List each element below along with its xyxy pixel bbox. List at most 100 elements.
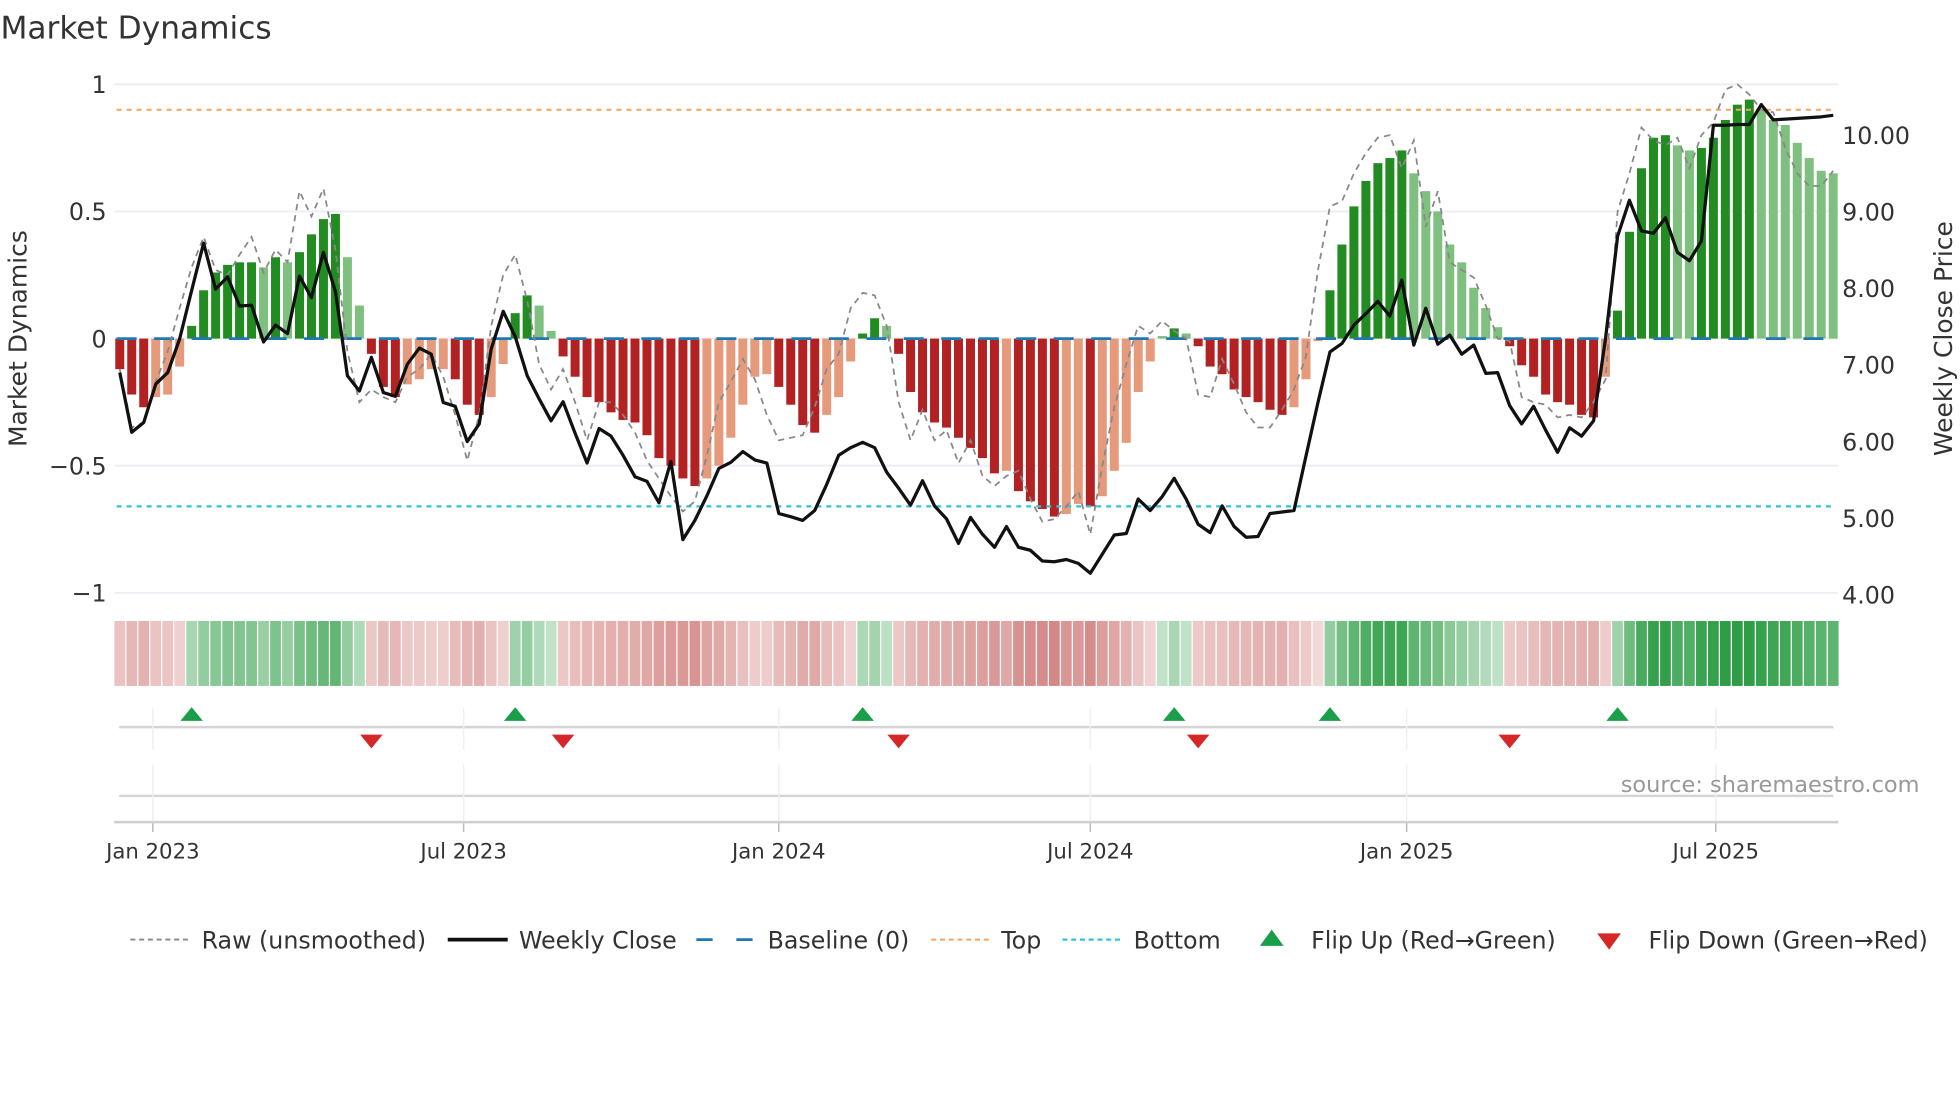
bar-negative bbox=[894, 338, 904, 354]
bar-negative bbox=[558, 338, 568, 357]
bar-positive bbox=[354, 305, 364, 339]
bar-negative bbox=[918, 338, 928, 413]
legend-flip-down-icon bbox=[1597, 933, 1621, 950]
momentum-bars bbox=[115, 99, 1838, 517]
y2-tick-label: 6.00 bbox=[1842, 428, 1895, 456]
bar-negative bbox=[1205, 338, 1215, 367]
strip-cell bbox=[1827, 620, 1839, 686]
y-axis-label-left: Market Dynamics bbox=[4, 230, 33, 447]
bar-positive bbox=[1660, 135, 1670, 339]
strip-cell bbox=[629, 620, 641, 686]
bar-positive bbox=[1684, 150, 1694, 339]
bar-negative bbox=[762, 338, 772, 375]
bar-negative bbox=[798, 338, 808, 426]
bar-negative bbox=[690, 338, 700, 487]
strip-cell bbox=[1636, 620, 1647, 686]
flip-down-marker bbox=[551, 734, 575, 749]
bar-negative bbox=[1085, 338, 1095, 507]
legend-label: Weekly Close bbox=[519, 926, 677, 954]
bar-negative bbox=[1109, 338, 1119, 471]
bar-positive bbox=[1325, 290, 1335, 339]
strip-cell bbox=[1588, 620, 1599, 686]
flip-down-marker bbox=[1498, 734, 1521, 749]
strip-cell bbox=[1420, 620, 1432, 686]
strip-cell bbox=[1084, 620, 1096, 686]
bar-positive bbox=[1445, 244, 1455, 339]
strip-cell bbox=[977, 620, 988, 686]
strip-cell bbox=[425, 620, 437, 686]
y2-tick-label: 5.00 bbox=[1842, 505, 1895, 533]
flip-up-marker bbox=[851, 707, 874, 721]
strip-cell bbox=[210, 620, 221, 686]
strip-cell bbox=[174, 620, 186, 686]
strip-cell bbox=[545, 620, 557, 686]
bar-negative bbox=[822, 338, 832, 415]
strip-cell bbox=[1013, 620, 1024, 686]
bar-positive bbox=[858, 333, 868, 339]
flip-markers-panel bbox=[119, 707, 1834, 798]
strip-cell bbox=[1648, 620, 1659, 686]
strip-cell bbox=[1815, 620, 1827, 686]
bar-negative bbox=[977, 338, 987, 459]
strip-cell bbox=[330, 620, 341, 686]
strip-cell bbox=[114, 620, 126, 686]
strip-cell bbox=[1504, 620, 1516, 686]
bar-negative bbox=[750, 338, 760, 377]
bar-positive bbox=[1768, 119, 1778, 339]
strip-cell bbox=[1624, 620, 1635, 686]
strip-cell bbox=[725, 620, 737, 686]
legend-flip-up-icon bbox=[1259, 929, 1284, 946]
bar-positive bbox=[1720, 119, 1730, 339]
bar-positive bbox=[1792, 142, 1802, 339]
flip-down-marker bbox=[360, 734, 383, 749]
strip-cell bbox=[1779, 620, 1791, 686]
bar-negative bbox=[570, 338, 580, 377]
level-lines bbox=[116, 108, 1834, 508]
strip-cell bbox=[809, 620, 821, 686]
strip-cell bbox=[473, 620, 485, 686]
strip-cell bbox=[1072, 620, 1084, 686]
bar-positive bbox=[1648, 137, 1658, 339]
bar-negative bbox=[786, 338, 796, 405]
strip-cell bbox=[126, 620, 138, 686]
strip-cell bbox=[641, 620, 653, 686]
strip-cell bbox=[1432, 620, 1444, 686]
strip-cell bbox=[270, 620, 281, 686]
bar-negative bbox=[1037, 338, 1047, 509]
strip-cell bbox=[893, 620, 904, 686]
strip-cell bbox=[797, 620, 809, 686]
strip-cell bbox=[1228, 620, 1240, 686]
strip-cell bbox=[1264, 620, 1276, 686]
strip-cell bbox=[234, 620, 245, 686]
strip-cell bbox=[749, 620, 761, 686]
bar-negative bbox=[1073, 338, 1083, 504]
bar-negative bbox=[1529, 338, 1539, 377]
bar-positive bbox=[1373, 163, 1383, 339]
bar-positive bbox=[1409, 173, 1419, 339]
series-lines bbox=[118, 83, 1834, 575]
strip-cell bbox=[222, 620, 233, 686]
strip-cell bbox=[581, 620, 593, 686]
strip-cell bbox=[617, 620, 629, 686]
bar-negative bbox=[678, 338, 688, 479]
strip-cell bbox=[258, 620, 269, 686]
strip-cell bbox=[318, 620, 329, 686]
bar-negative bbox=[606, 338, 616, 413]
strip-cell bbox=[1528, 620, 1540, 686]
source-credit: source: sharemaestro.com bbox=[1621, 772, 1920, 798]
strip-cell bbox=[869, 620, 881, 686]
strip-cell bbox=[929, 620, 940, 686]
strip-cell bbox=[941, 620, 952, 686]
strip-cell bbox=[1324, 620, 1336, 686]
strip-cell bbox=[1564, 620, 1575, 686]
y2-tick-label: 7.00 bbox=[1842, 352, 1895, 380]
bar-positive bbox=[1780, 125, 1790, 339]
bar-negative bbox=[1013, 338, 1023, 492]
strip-cell bbox=[1120, 620, 1132, 686]
bar-positive bbox=[1625, 231, 1635, 339]
strip-cell bbox=[1731, 620, 1743, 686]
bar-negative bbox=[1241, 338, 1251, 398]
bar-negative bbox=[810, 338, 820, 433]
bar-negative bbox=[438, 338, 448, 370]
bar-positive bbox=[199, 290, 209, 339]
